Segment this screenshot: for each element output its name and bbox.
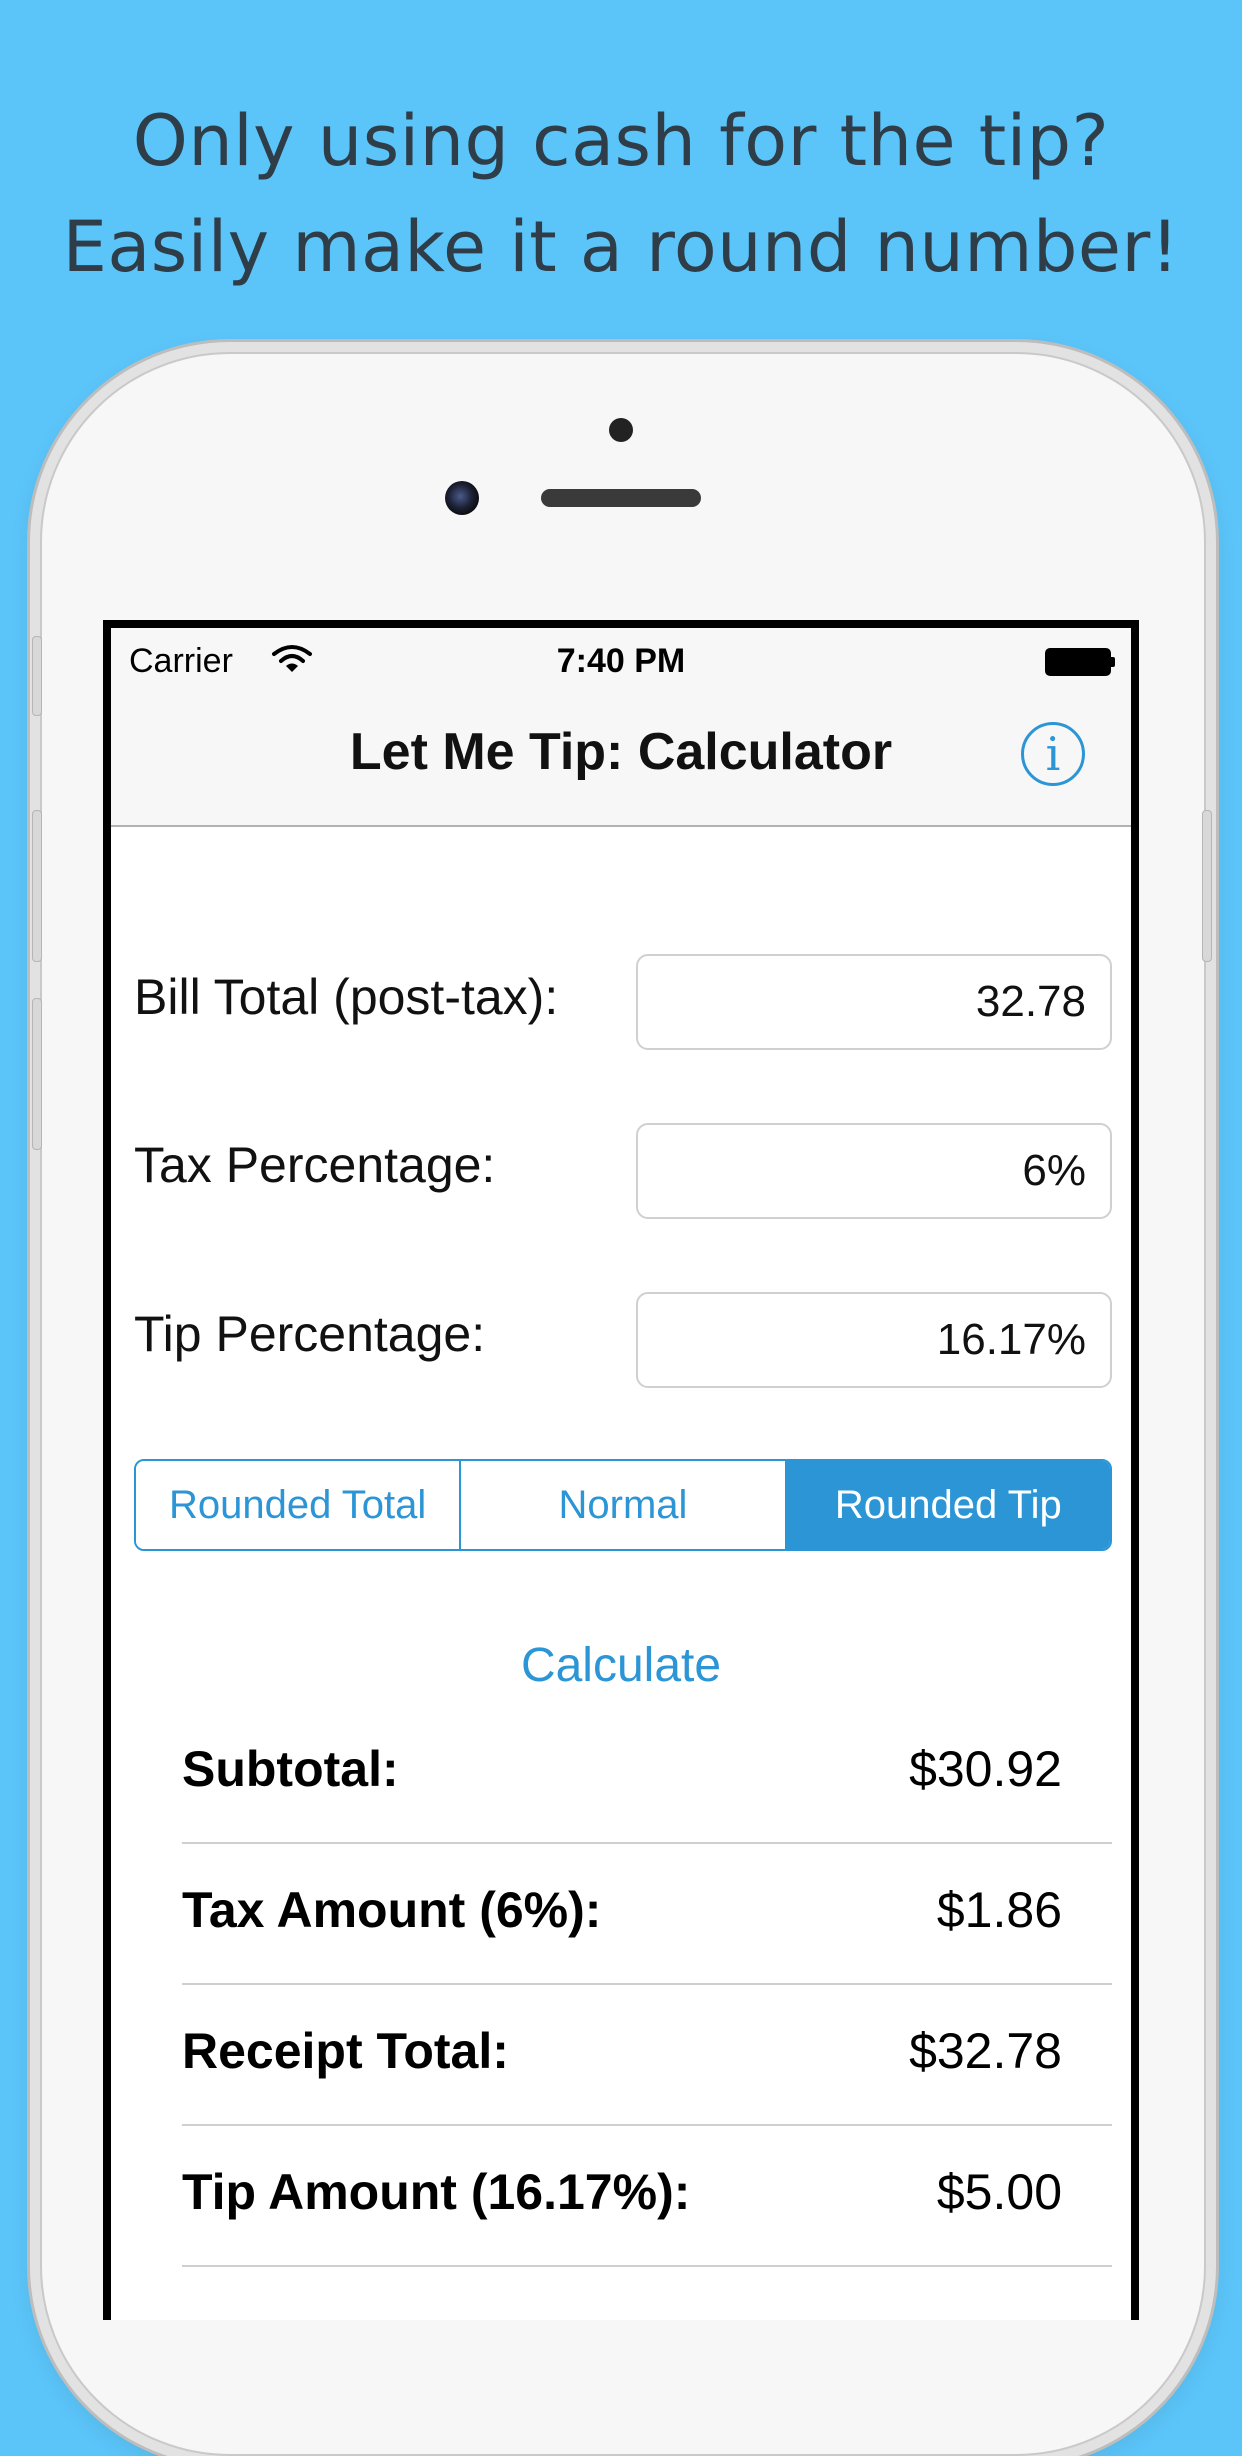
calculate-button[interactable]: Calculate xyxy=(111,1638,1131,1693)
navigation-bar: Let Me Tip: Calculator i xyxy=(111,678,1131,827)
bill-total-label: Bill Total (post-tax): xyxy=(134,969,559,1025)
tax-percentage-label: Tax Percentage: xyxy=(134,1137,496,1193)
status-time: 7:40 PM xyxy=(556,642,686,680)
proximity-sensor xyxy=(609,418,633,442)
phone-volume-down xyxy=(32,998,42,1150)
result-label: Tax Amount (6%): xyxy=(182,1882,602,1938)
segment-rounded-tip[interactable]: Rounded Tip xyxy=(784,1461,1110,1549)
segment-rounded-total[interactable]: Rounded Total xyxy=(136,1461,460,1549)
info-button[interactable]: i xyxy=(1021,722,1085,786)
phone-mute-switch xyxy=(32,636,42,716)
result-row-tip-amount: Tip Amount (16.17%): $5.00 xyxy=(182,2125,1112,2267)
result-value: $32.78 xyxy=(909,2023,1062,2079)
app-screen: Carrier 7:40 PM Let Me Tip: Calculator i… xyxy=(111,628,1131,2320)
result-label: Tip Amount (16.17%): xyxy=(182,2164,691,2220)
tip-percentage-label: Tip Percentage: xyxy=(134,1306,486,1362)
page-title: Let Me Tip: Calculator xyxy=(349,723,893,781)
result-value: $1.86 xyxy=(936,1882,1062,1938)
status-bar: Carrier 7:40 PM xyxy=(111,628,1131,680)
result-label: Receipt Total: xyxy=(182,2023,509,2079)
result-row-receipt-total: Receipt Total: $32.78 xyxy=(182,1984,1112,2126)
headline-line-2: Easily make it a round number! xyxy=(62,206,1180,288)
tax-percentage-field[interactable]: 6% xyxy=(636,1123,1112,1219)
earpiece-speaker xyxy=(541,489,701,507)
bill-total-field[interactable]: 32.78 xyxy=(636,954,1112,1050)
phone-screen: Carrier 7:40 PM Let Me Tip: Calculator i… xyxy=(103,620,1139,2320)
result-value: $30.92 xyxy=(909,1741,1062,1797)
battery-icon xyxy=(1045,648,1115,676)
info-icon: i xyxy=(1045,727,1061,781)
tip-percentage-field[interactable]: 16.17% xyxy=(636,1292,1112,1388)
result-row-subtotal: Subtotal: $30.92 xyxy=(182,1702,1112,1844)
phone-power-button xyxy=(1202,810,1212,962)
rounding-mode-control: Rounded Total Normal Rounded Tip xyxy=(134,1459,1112,1551)
headline-line-1: Only using cash for the tip? xyxy=(132,100,1110,182)
segment-normal[interactable]: Normal xyxy=(459,1461,785,1549)
result-label: Subtotal: xyxy=(182,1741,399,1797)
result-row-tax-amount: Tax Amount (6%): $1.86 xyxy=(182,1843,1112,1985)
front-camera xyxy=(445,481,479,515)
phone-volume-up xyxy=(32,810,42,962)
result-value: $5.00 xyxy=(936,2164,1062,2220)
headline: Only using cash for the tip? Easily make… xyxy=(0,88,1242,300)
